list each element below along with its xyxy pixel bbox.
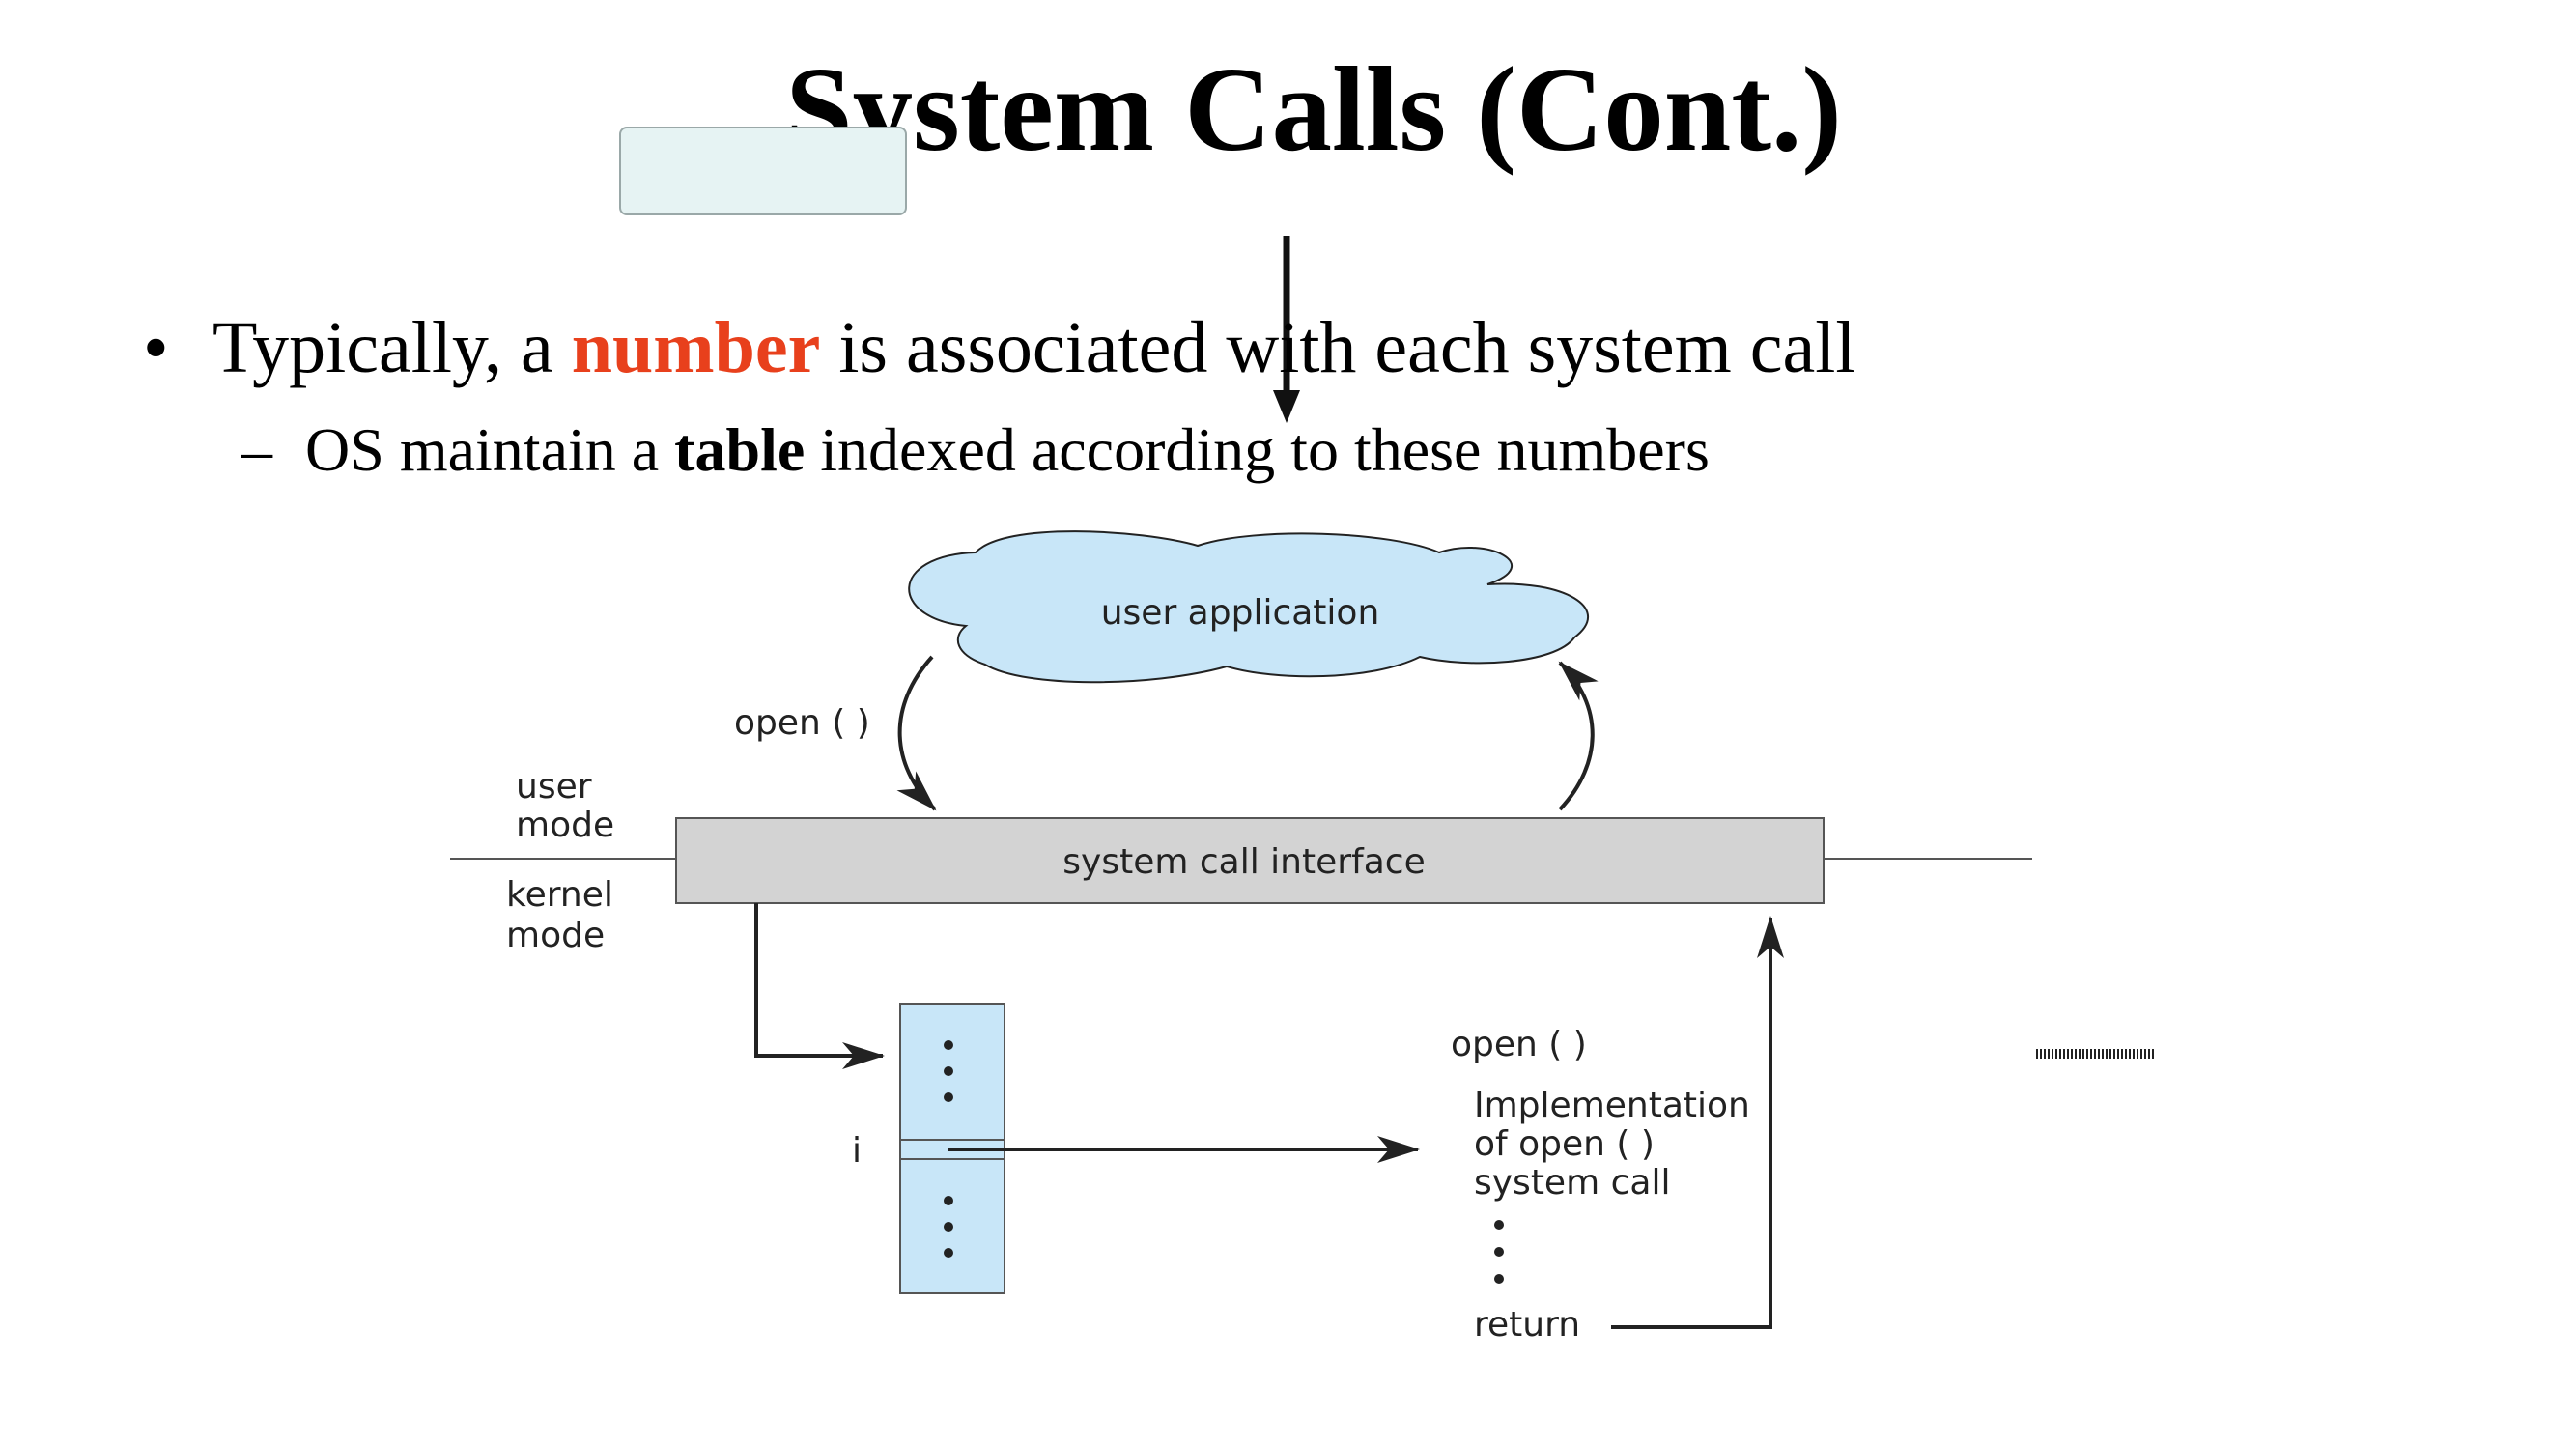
dispatch-arrow <box>754 903 885 1069</box>
kernel-mode-label-line1: kernel <box>506 875 613 915</box>
return-arrow-curved <box>1558 661 1599 811</box>
cloud-label: user application <box>1101 593 1380 633</box>
kernel-mode-label-line2: mode <box>506 916 605 955</box>
call-arrow-curved <box>896 655 937 811</box>
call-label: open ( ) <box>734 703 870 743</box>
impl-line2: of open ( ) <box>1474 1124 1655 1164</box>
user-mode-label-line2: mode <box>516 806 614 845</box>
index-label: i <box>852 1131 862 1171</box>
system-call-diagram: user application open ( ) user mode kern… <box>450 530 2032 1345</box>
impl-line3: system call <box>1474 1163 1670 1203</box>
user-mode-label-line1: user <box>516 767 592 807</box>
impl-ellipsis <box>1494 1220 1504 1284</box>
interface-label: system call interface <box>1062 842 1425 882</box>
impl-line1: Implementation <box>1474 1086 1750 1125</box>
impl-title: open ( ) <box>1451 1025 1587 1064</box>
return-label: return <box>1474 1305 1580 1345</box>
dotted-marker <box>2036 1049 2156 1059</box>
